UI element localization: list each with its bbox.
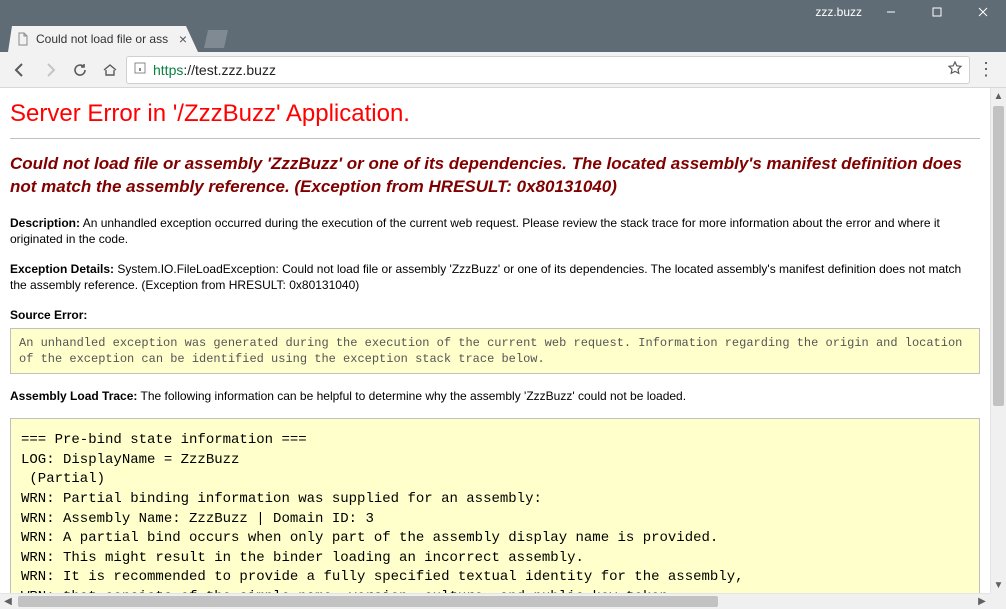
tab-strip: Could not load file or ass × — [0, 24, 1006, 52]
horizontal-scroll-thumb[interactable] — [18, 596, 718, 607]
new-tab-button[interactable] — [204, 30, 228, 48]
window-titlebar: zzz.buzz — [0, 0, 1006, 24]
maximize-button[interactable] — [914, 0, 960, 24]
back-button[interactable] — [6, 56, 34, 84]
site-info-icon[interactable] — [133, 61, 147, 78]
trace-text: The following information can be helpful… — [141, 389, 687, 403]
description-line: Description: An unhandled exception occu… — [10, 215, 980, 247]
page-icon — [16, 32, 30, 46]
vertical-scrollbar[interactable]: ▲ ▼ — [990, 88, 1006, 593]
bookmark-star-icon[interactable] — [947, 60, 963, 79]
page-viewport: Server Error in '/ZzzBuzz' Application. … — [0, 88, 990, 593]
scroll-right-button[interactable]: ▶ — [974, 594, 990, 609]
url-scheme: https — [153, 62, 183, 78]
trace-line: Assembly Load Trace: The following infor… — [10, 388, 980, 404]
scroll-down-button[interactable]: ▼ — [991, 577, 1006, 593]
error-subtitle: Could not load file or assembly 'ZzzBuzz… — [10, 153, 980, 199]
trace-label: Assembly Load Trace: — [10, 389, 137, 403]
tab-title: Could not load file or ass — [36, 32, 170, 46]
source-error-box: An unhandled exception was generated dur… — [10, 328, 980, 374]
source-error-label: Source Error: — [10, 308, 980, 322]
exception-text: System.IO.FileLoadException: Could not l… — [10, 262, 961, 292]
scroll-left-button[interactable]: ◀ — [0, 594, 16, 609]
address-bar[interactable]: https://test.zzz.buzz — [126, 56, 970, 84]
close-window-button[interactable] — [960, 0, 1006, 24]
url-text: https://test.zzz.buzz — [153, 62, 941, 78]
exception-label: Exception Details: — [10, 262, 114, 276]
reload-button[interactable] — [66, 56, 94, 84]
assembly-load-trace-box: === Pre-bind state information === LOG: … — [10, 418, 980, 593]
browser-menu-button[interactable]: ⋮ — [972, 56, 1000, 84]
scroll-up-button[interactable]: ▲ — [991, 88, 1006, 104]
browser-tab[interactable]: Could not load file or ass × — [8, 26, 198, 52]
description-text: An unhandled exception occurred during t… — [10, 216, 940, 246]
description-label: Description: — [10, 216, 80, 230]
exception-line: Exception Details: System.IO.FileLoadExc… — [10, 261, 980, 293]
error-page: Server Error in '/ZzzBuzz' Application. … — [0, 88, 990, 593]
horizontal-scrollbar[interactable]: ◀ ▶ — [0, 593, 990, 609]
tab-close-button[interactable]: × — [176, 32, 190, 46]
home-button[interactable] — [96, 56, 124, 84]
forward-button[interactable] — [36, 56, 64, 84]
divider — [10, 138, 980, 139]
error-title: Server Error in '/ZzzBuzz' Application. — [10, 100, 980, 128]
window-title: zzz.buzz — [815, 5, 868, 19]
url-rest: ://test.zzz.buzz — [183, 62, 276, 78]
vertical-scroll-thumb[interactable] — [993, 106, 1004, 406]
minimize-button[interactable] — [868, 0, 914, 24]
scrollbar-corner — [990, 593, 1006, 609]
browser-toolbar: https://test.zzz.buzz ⋮ — [0, 52, 1006, 88]
